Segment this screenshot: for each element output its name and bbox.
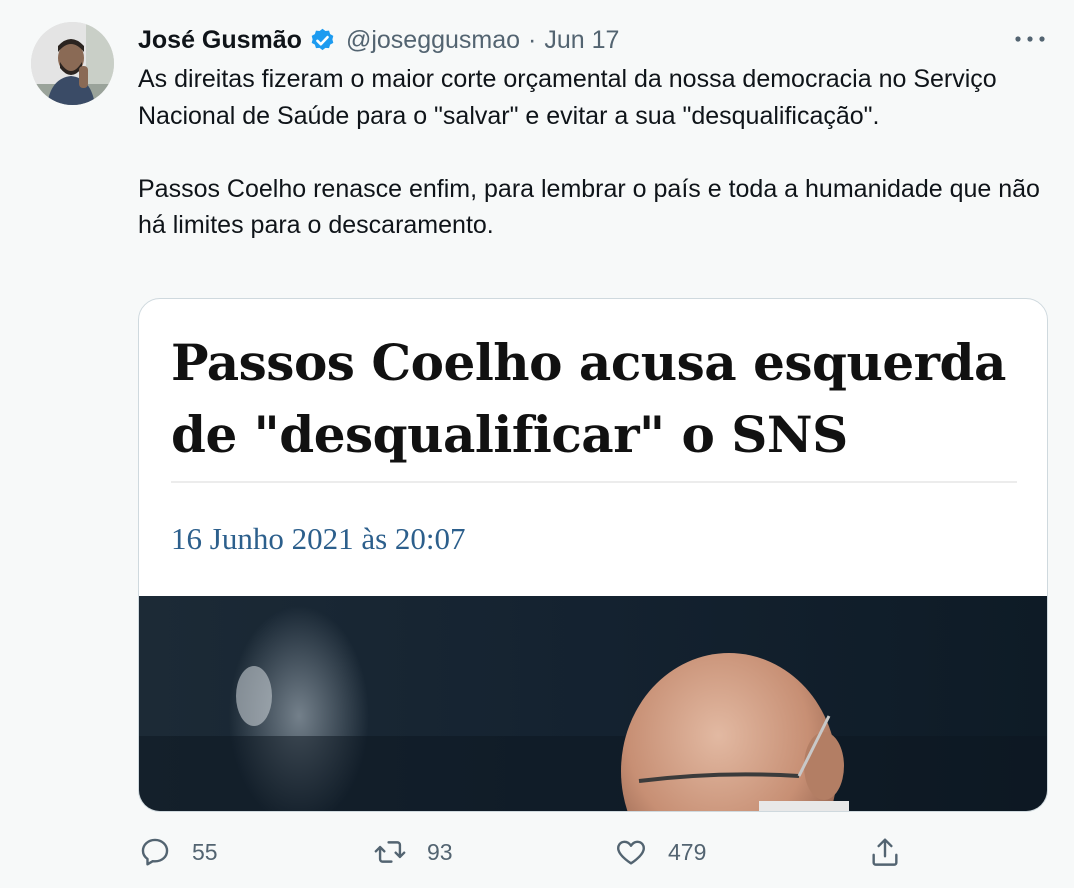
tweet-actions: 55 93 479 (138, 830, 1048, 874)
retweet-count: 93 (427, 838, 453, 865)
tweet-paragraph-2: Passos Coelho renasce enfim, para lembra… (138, 174, 1040, 240)
retweet-button[interactable]: 93 (373, 830, 453, 874)
share-button[interactable] (868, 830, 902, 874)
reply-count: 55 (192, 838, 218, 865)
share-icon (872, 838, 898, 866)
like-icon (617, 840, 645, 865)
retweet-icon (374, 841, 406, 863)
tweet-text: As direitas fizeram o maior corte orçame… (138, 61, 1048, 244)
media-card[interactable]: Passos Coelho acusa esquerda de "desqual… (138, 298, 1048, 812)
tweet: José Gusmão @joseggusmao · Jun 17 As dir… (0, 0, 1074, 888)
avatar[interactable] (31, 22, 114, 105)
tweet-date[interactable]: Jun 17 (544, 26, 619, 55)
reply-button[interactable]: 55 (138, 830, 218, 874)
more-icon[interactable] (1012, 28, 1048, 50)
author-handle[interactable]: @joseggusmao (346, 26, 520, 55)
like-button[interactable]: 479 (614, 830, 706, 874)
like-count: 479 (668, 838, 707, 865)
tweet-header: José Gusmão @joseggusmao · Jun 17 (138, 20, 619, 60)
card-published-date: 16 Junho 2021 às 20:07 (171, 521, 466, 556)
author-name[interactable]: José Gusmão (138, 26, 302, 55)
card-photo (139, 596, 1047, 811)
separator-dot: · (528, 25, 537, 54)
verified-badge-icon (309, 27, 336, 54)
card-divider (171, 481, 1017, 483)
reply-icon (141, 838, 169, 866)
tweet-paragraph-1: As direitas fizeram o maior corte orçame… (138, 65, 997, 130)
card-headline: Passos Coelho acusa esquerda de "desqual… (171, 333, 1006, 464)
